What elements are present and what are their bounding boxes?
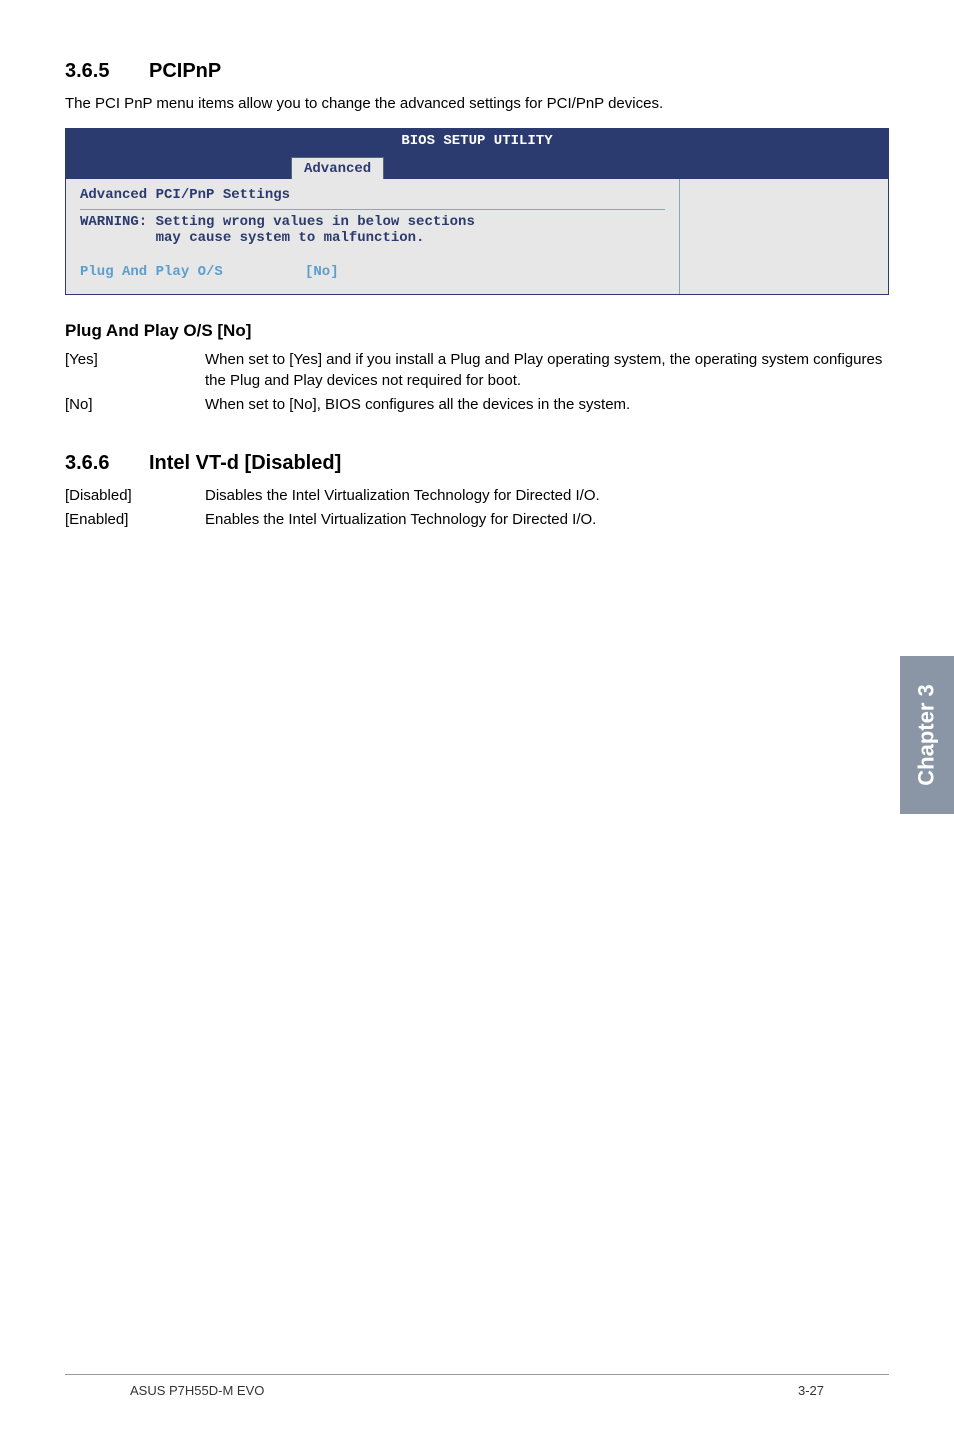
section-heading-pcipnp: 3.6.5PCIPnP [65, 60, 889, 83]
def-row-no: [No] When set to [No], BIOS configures a… [65, 394, 889, 415]
def-body-yes: When set to [Yes] and if you install a P… [205, 349, 889, 391]
def-body-no: When set to [No], BIOS configures all th… [205, 394, 889, 415]
def-label-yes: [Yes] [65, 349, 205, 391]
bios-warning-text: WARNING: Setting wrong values in below s… [80, 214, 665, 246]
bios-option-label: Plug And Play O/S [80, 264, 305, 280]
def-body-enabled: Enables the Intel Virtualization Technol… [205, 509, 889, 530]
bios-option-row: Plug And Play O/S[No] [80, 264, 665, 280]
bios-side-panel [680, 179, 888, 294]
plug-and-play-heading: Plug And Play O/S [No] [65, 321, 889, 341]
bios-tab-advanced: Advanced [291, 157, 384, 179]
chapter-tab-text: Chapter 3 [914, 684, 940, 785]
bios-setup-panel: BIOS SETUP UTILITY Advanced Advanced PCI… [65, 128, 889, 295]
def-row-disabled: [Disabled] Disables the Intel Virtualiza… [65, 485, 889, 506]
bios-title-bar: BIOS SETUP UTILITY [66, 129, 888, 153]
section-number: 3.6.5 [65, 60, 149, 83]
def-row-enabled: [Enabled] Enables the Intel Virtualizati… [65, 509, 889, 530]
footer-left: ASUS P7H55D-M EVO [130, 1383, 264, 1398]
def-body-disabled: Disables the Intel Virtualization Techno… [205, 485, 889, 506]
def-label-enabled: [Enabled] [65, 509, 205, 530]
pcipnp-intro: The PCI PnP menu items allow you to chan… [65, 93, 889, 114]
def-label-disabled: [Disabled] [65, 485, 205, 506]
section-title: PCIPnP [149, 60, 221, 82]
def-label-no: [No] [65, 394, 205, 415]
bios-main-area: Advanced PCI/PnP Settings WARNING: Setti… [66, 179, 680, 294]
page-footer: ASUS P7H55D-M EVO 3-27 [65, 1374, 889, 1398]
def-row-yes: [Yes] When set to [Yes] and if you insta… [65, 349, 889, 391]
section-title-vtd: Intel VT-d [Disabled] [149, 452, 341, 474]
footer-right: 3-27 [798, 1383, 824, 1398]
chapter-side-tab: Chapter 3 [900, 656, 954, 814]
bios-settings-title: Advanced PCI/PnP Settings [80, 187, 665, 210]
section-heading-vtd: 3.6.6Intel VT-d [Disabled] [65, 452, 889, 475]
section-number-vtd: 3.6.6 [65, 452, 149, 475]
bios-tabs-row: Advanced [66, 153, 888, 179]
bios-option-value: [No] [305, 264, 339, 280]
